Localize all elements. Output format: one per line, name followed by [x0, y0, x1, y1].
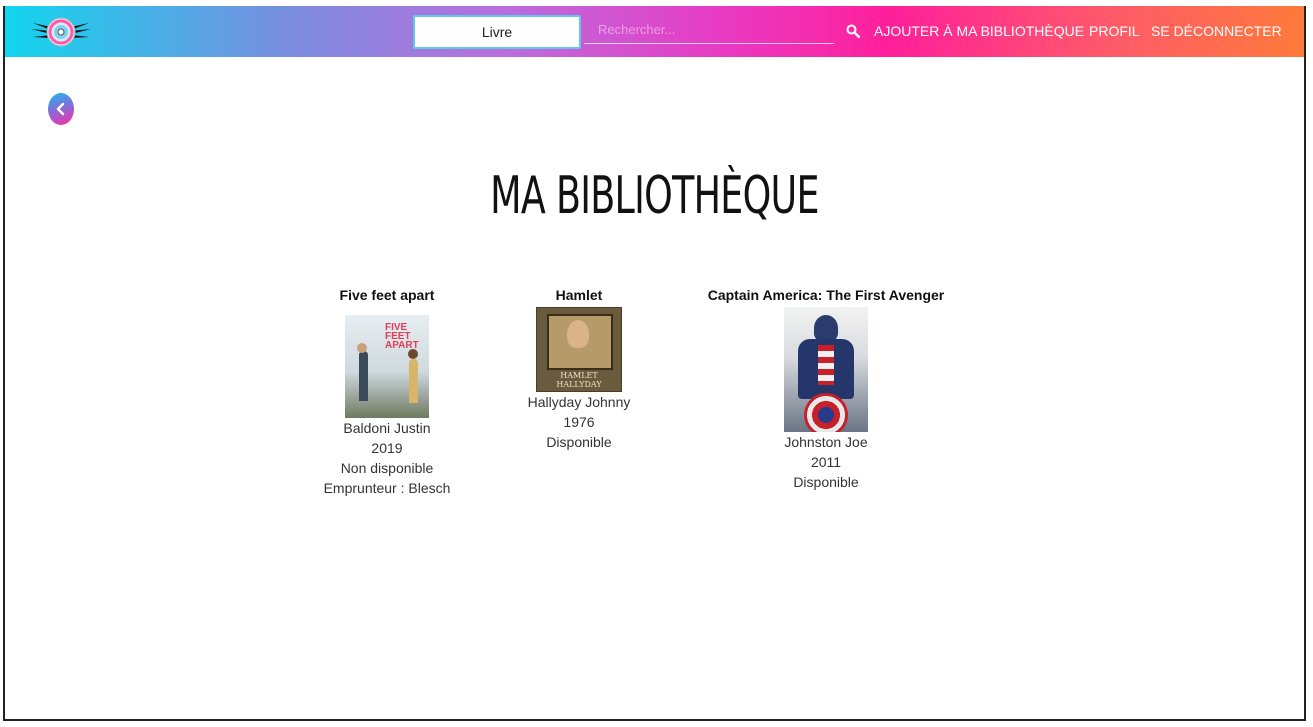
app-frame: Livre AJOUTER À MA BIBLIOTHÈQUE PROFIL S… — [3, 6, 1306, 721]
book-author: Hallyday Johnny — [527, 394, 631, 410]
book-author: Baldoni Justin — [343, 420, 431, 436]
top-navbar: Livre AJOUTER À MA BIBLIOTHÈQUE PROFIL S… — [5, 6, 1304, 57]
cover-text: HALLYDAY — [556, 380, 602, 389]
cover-text: HAMLET — [560, 371, 598, 380]
book-year: 1976 — [563, 414, 595, 430]
search-icon[interactable] — [846, 24, 860, 38]
nav-add-to-library[interactable]: AJOUTER À MA BIBLIOTHÈQUE — [874, 23, 1084, 39]
book-year: 2011 — [810, 454, 842, 470]
type-select[interactable]: Livre — [413, 15, 581, 49]
nav-logout[interactable]: SE DÉCONNECTER — [1151, 23, 1282, 39]
book-title: Captain America: The First Avenger — [707, 287, 945, 303]
page-title: MA BIBLIOTHÈQUE — [490, 166, 819, 226]
book-cover[interactable]: HAMLET HALLYDAY — [536, 307, 622, 392]
chevron-left-icon — [56, 102, 65, 116]
book-status: Non disponible — [340, 460, 434, 476]
book-card[interactable]: Captain America: The First Avenger Johns… — [704, 285, 948, 492]
book-status: Disponible — [546, 434, 612, 450]
book-cover[interactable]: FIVE FEET APART — [345, 315, 429, 418]
book-year: 2019 — [371, 440, 403, 456]
nav-profile[interactable]: PROFIL — [1089, 23, 1140, 39]
book-title: Five feet apart — [339, 287, 435, 303]
book-borrower: Emprunteur : Blesch — [323, 480, 451, 496]
type-select-value: Livre — [481, 24, 513, 40]
book-cover[interactable] — [784, 307, 868, 432]
book-status: Disponible — [793, 474, 859, 490]
book-card[interactable]: Five feet apart FIVE FEET APART Baldoni … — [316, 285, 458, 498]
book-card[interactable]: Hamlet HAMLET HALLYDAY Hallyday Johnny 1… — [519, 285, 639, 452]
book-title: Hamlet — [555, 287, 603, 303]
search-input[interactable] — [584, 16, 834, 44]
back-button[interactable] — [48, 93, 74, 125]
winged-disc-logo-icon[interactable] — [31, 13, 91, 51]
book-author: Johnston Joe — [784, 434, 868, 450]
